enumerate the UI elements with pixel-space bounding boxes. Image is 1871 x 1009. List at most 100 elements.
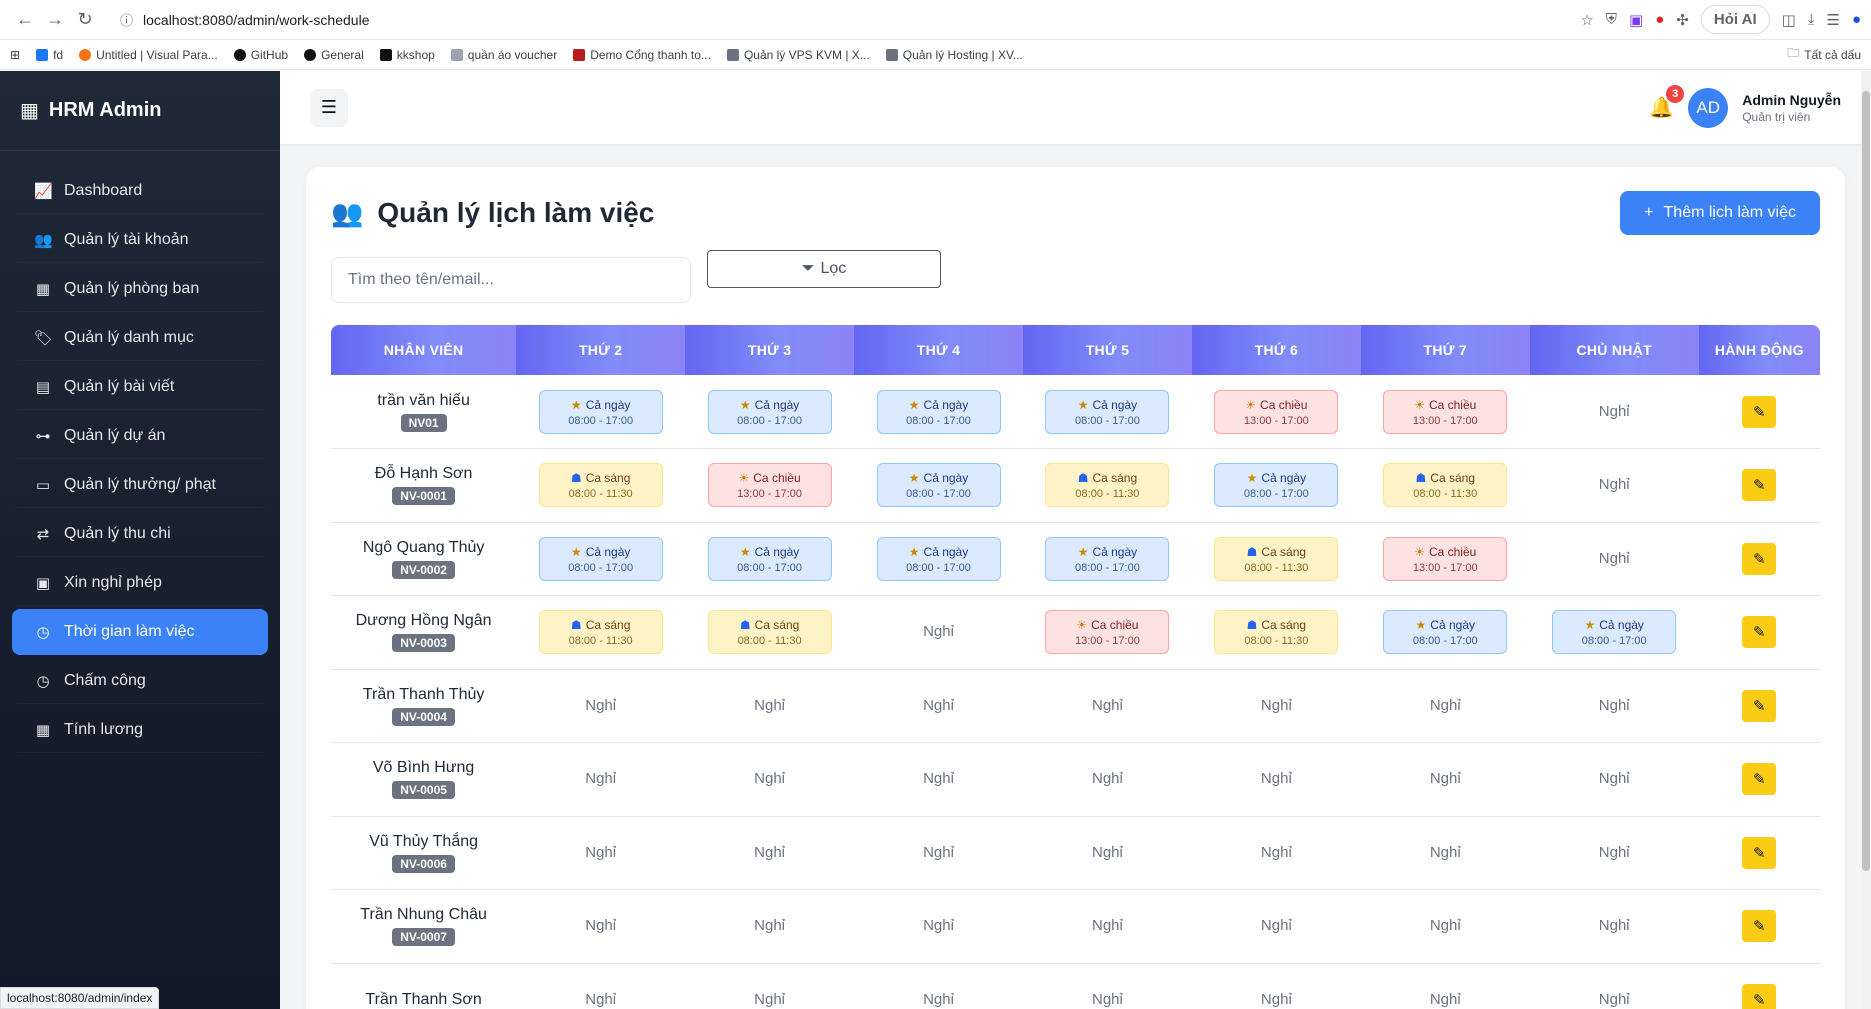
notification-bell-icon[interactable]: 🔔 3 (1649, 85, 1685, 120)
site-info-icon[interactable]: ⓘ (120, 10, 133, 29)
shift-badge-full: ★ Cả ngày 08:00 - 17:00 (876, 389, 1001, 434)
address-bar[interactable]: ⓘ localhost:8080/admin/work-schedule (108, 4, 1565, 35)
sidebar-icon[interactable]: ◫ (1782, 11, 1796, 29)
table-row: Trần Thanh Thủy NV-0004 Nghỉ Nghỉ Nghỉ Nghỉ Ng… (331, 669, 1820, 743)
bookmark-item[interactable]: fd (36, 48, 63, 62)
shift-label: Ca sáng (585, 471, 631, 486)
sidebar-item-label: Dashboard (64, 181, 143, 199)
bookmark-item[interactable]: GitHub (233, 48, 288, 62)
shift-label-line: ☗ Ca sáng (1215, 544, 1337, 560)
bookmarks-bar: ⊞ fd Untitled | Visual Para... GitHub Ge… (0, 40, 1871, 70)
sidebar-item-2[interactable]: ▦ Quản lý phòng ban (12, 266, 268, 312)
shift-label-line: ☗ Ca sáng (540, 470, 662, 486)
shift-time: 08:00 - 17:00 (906, 561, 971, 574)
add-schedule-button[interactable]: + Thêm lịch làm việc (1620, 191, 1820, 235)
shift-time: 08:00 - 17:00 (906, 488, 971, 501)
day-cell: Nghỉ (516, 963, 686, 1009)
bookmark-item[interactable]: Quản lý VPS KVM | X... (726, 48, 870, 62)
extension-icon[interactable]: ● (1655, 11, 1664, 28)
shift-label-line: ★ Cả ngày (1046, 397, 1168, 413)
filter-button[interactable]: ⏷ Lọc (707, 250, 941, 288)
edit-button[interactable]: ✎ (1742, 983, 1777, 1009)
day-cell: Nghỉ (854, 963, 1023, 1009)
sidebar-item-7[interactable]: ⇄ Quản lý thu chi (12, 511, 268, 557)
site-icon (79, 48, 92, 61)
shift-label: Ca sáng (1430, 471, 1475, 486)
edit-button[interactable]: ✎ (1742, 689, 1777, 722)
apps-icon[interactable]: ⊞ (10, 48, 20, 62)
menu-icon[interactable]: ☰ (1826, 11, 1839, 29)
shift-time: 13:00 - 17:00 (1243, 414, 1309, 427)
back-icon[interactable]: ← (10, 5, 40, 35)
avatar[interactable]: AD (1688, 87, 1729, 128)
extension-icon[interactable]: ▣ (1629, 11, 1643, 29)
card-header: 👥 Quản lý lịch làm việc + Thêm lịch làm … (331, 191, 1820, 235)
edit-button[interactable]: ✎ (1742, 395, 1777, 428)
sidebar-item-0[interactable]: 📈 Dashboard (12, 168, 268, 214)
column-header: THỨ 2 (516, 325, 686, 375)
employee-name: Đỗ Hạnh Sơn (374, 465, 473, 483)
bookmark-item[interactable]: Quản lý Hosting | XV... (885, 48, 1023, 62)
sidebar-item-1[interactable]: 👥 Quản lý tài khoản (12, 217, 268, 263)
search-input[interactable]: Tìm theo tên/email... (331, 257, 691, 303)
shift-badge-full: ★ Cả ngày 08:00 - 17:00 (876, 536, 1001, 581)
bookmark-star-icon[interactable]: ☆ (1580, 11, 1593, 29)
shift-badge-afternoon: ☀ Ca chiều 13:00 - 17:00 (707, 463, 832, 508)
sidebar-item-8[interactable]: ▣ Xin nghỉ phép (12, 560, 268, 606)
users-icon: 👥 (331, 197, 364, 228)
forward-icon[interactable]: → (40, 5, 70, 35)
edit-button[interactable]: ✎ (1742, 469, 1777, 502)
shift-label-line: ★ Cả ngày (878, 470, 1000, 486)
sidebar-item-6[interactable]: ▭ Quản lý thưởng/ phạt (12, 462, 268, 508)
off-label: Nghỉ (923, 696, 954, 714)
all-bookmarks[interactable]: 🗀 Tất cả dấu (1787, 44, 1861, 65)
download-icon[interactable]: ⤓ (1808, 11, 1815, 28)
shift-badge-full: ★ Cả ngày 08:00 - 17:00 (707, 389, 832, 434)
site-icon (379, 48, 392, 61)
shift-label-line: ★ Cả ngày (540, 544, 662, 560)
user-info[interactable]: Admin Nguyễn Quản trị viên (1742, 92, 1841, 124)
shift-label-line: ★ Cả ngày (709, 397, 831, 413)
bookmark-item[interactable]: kkshop (379, 48, 435, 62)
employee-code-badge: NV01 (400, 413, 447, 432)
sidebar-item-10[interactable]: ◷ Chấm công (12, 658, 268, 704)
topbar: ☰ 🔔 3 AD Admin Nguyễn Quản trị viên (280, 71, 1871, 144)
bookmark-item[interactable]: General (304, 48, 364, 62)
edit-icon: ✎ (1753, 624, 1766, 642)
sidebar-item-11[interactable]: ▦ Tính lương (12, 707, 268, 753)
employee-cell: Ngô Quang Thủy NV-0002 (331, 522, 517, 596)
sidebar-item-5[interactable]: ⊶ Quản lý dự án (12, 413, 268, 459)
sun-icon: ☀ (1245, 397, 1257, 412)
day-cell: ★ Cả ngày 08:00 - 17:00 (516, 522, 686, 596)
off-label: Nghỉ (754, 990, 786, 1008)
clock-icon: ◷ (36, 623, 50, 641)
shift-label-line: ☗ Ca sáng (540, 617, 662, 633)
edit-button[interactable]: ✎ (1742, 763, 1777, 796)
bookmark-item[interactable]: quần áo voucher (450, 48, 557, 62)
employee-code-badge: NV-0003 (392, 634, 455, 653)
edit-button[interactable]: ✎ (1742, 542, 1777, 575)
shield-icon[interactable]: ⛨ (1606, 11, 1617, 28)
day-cell: Nghỉ (1022, 963, 1192, 1009)
edit-button[interactable]: ✎ (1742, 616, 1777, 649)
hamburger-menu-button[interactable]: ☰ (310, 88, 348, 127)
bookmark-item[interactable]: Untitled | Visual Para... (79, 48, 218, 62)
edit-button[interactable]: ✎ (1742, 910, 1777, 943)
day-cell: ★ Cả ngày 08:00 - 17:00 (1529, 595, 1699, 670)
ask-ai-button[interactable]: Hỏi AI (1700, 5, 1770, 34)
scrollbar[interactable] (1861, 71, 1871, 1009)
shift-label: Cả ngày (1599, 618, 1644, 633)
sidebar-item-9[interactable]: ◷ Thời gian làm việc (12, 609, 268, 655)
scrollbar-thumb[interactable] (1862, 91, 1870, 871)
edit-button[interactable]: ✎ (1742, 836, 1777, 869)
shift-label-line: ★ Cả ngày (1384, 617, 1506, 633)
star-icon: ★ (908, 471, 920, 486)
sidebar-item-4[interactable]: ▤ Quản lý bài viết (12, 364, 268, 410)
profile-icon[interactable]: ● (1852, 11, 1861, 28)
reload-icon[interactable]: ↻ (70, 5, 100, 35)
bookmark-item[interactable]: Demo Cổng thanh to... (573, 48, 711, 62)
sidebar-item-3[interactable]: 🏷 Quản lý danh mục (12, 315, 268, 361)
user-role: Quản trị viên (1742, 109, 1811, 124)
shift-label: Cả ngày (923, 397, 969, 412)
puzzle-icon[interactable]: ✣ (1676, 11, 1689, 29)
